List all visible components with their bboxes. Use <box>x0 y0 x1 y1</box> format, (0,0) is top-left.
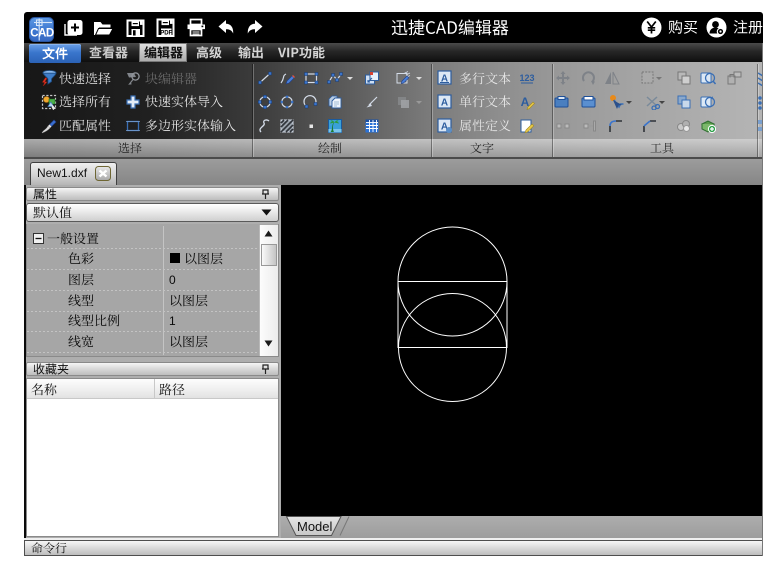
svg-text:123: 123 <box>519 73 534 83</box>
svg-text:A: A <box>441 97 448 108</box>
svg-text:PDF: PDF <box>160 30 172 36</box>
svg-text:CAD: CAD <box>30 28 54 40</box>
